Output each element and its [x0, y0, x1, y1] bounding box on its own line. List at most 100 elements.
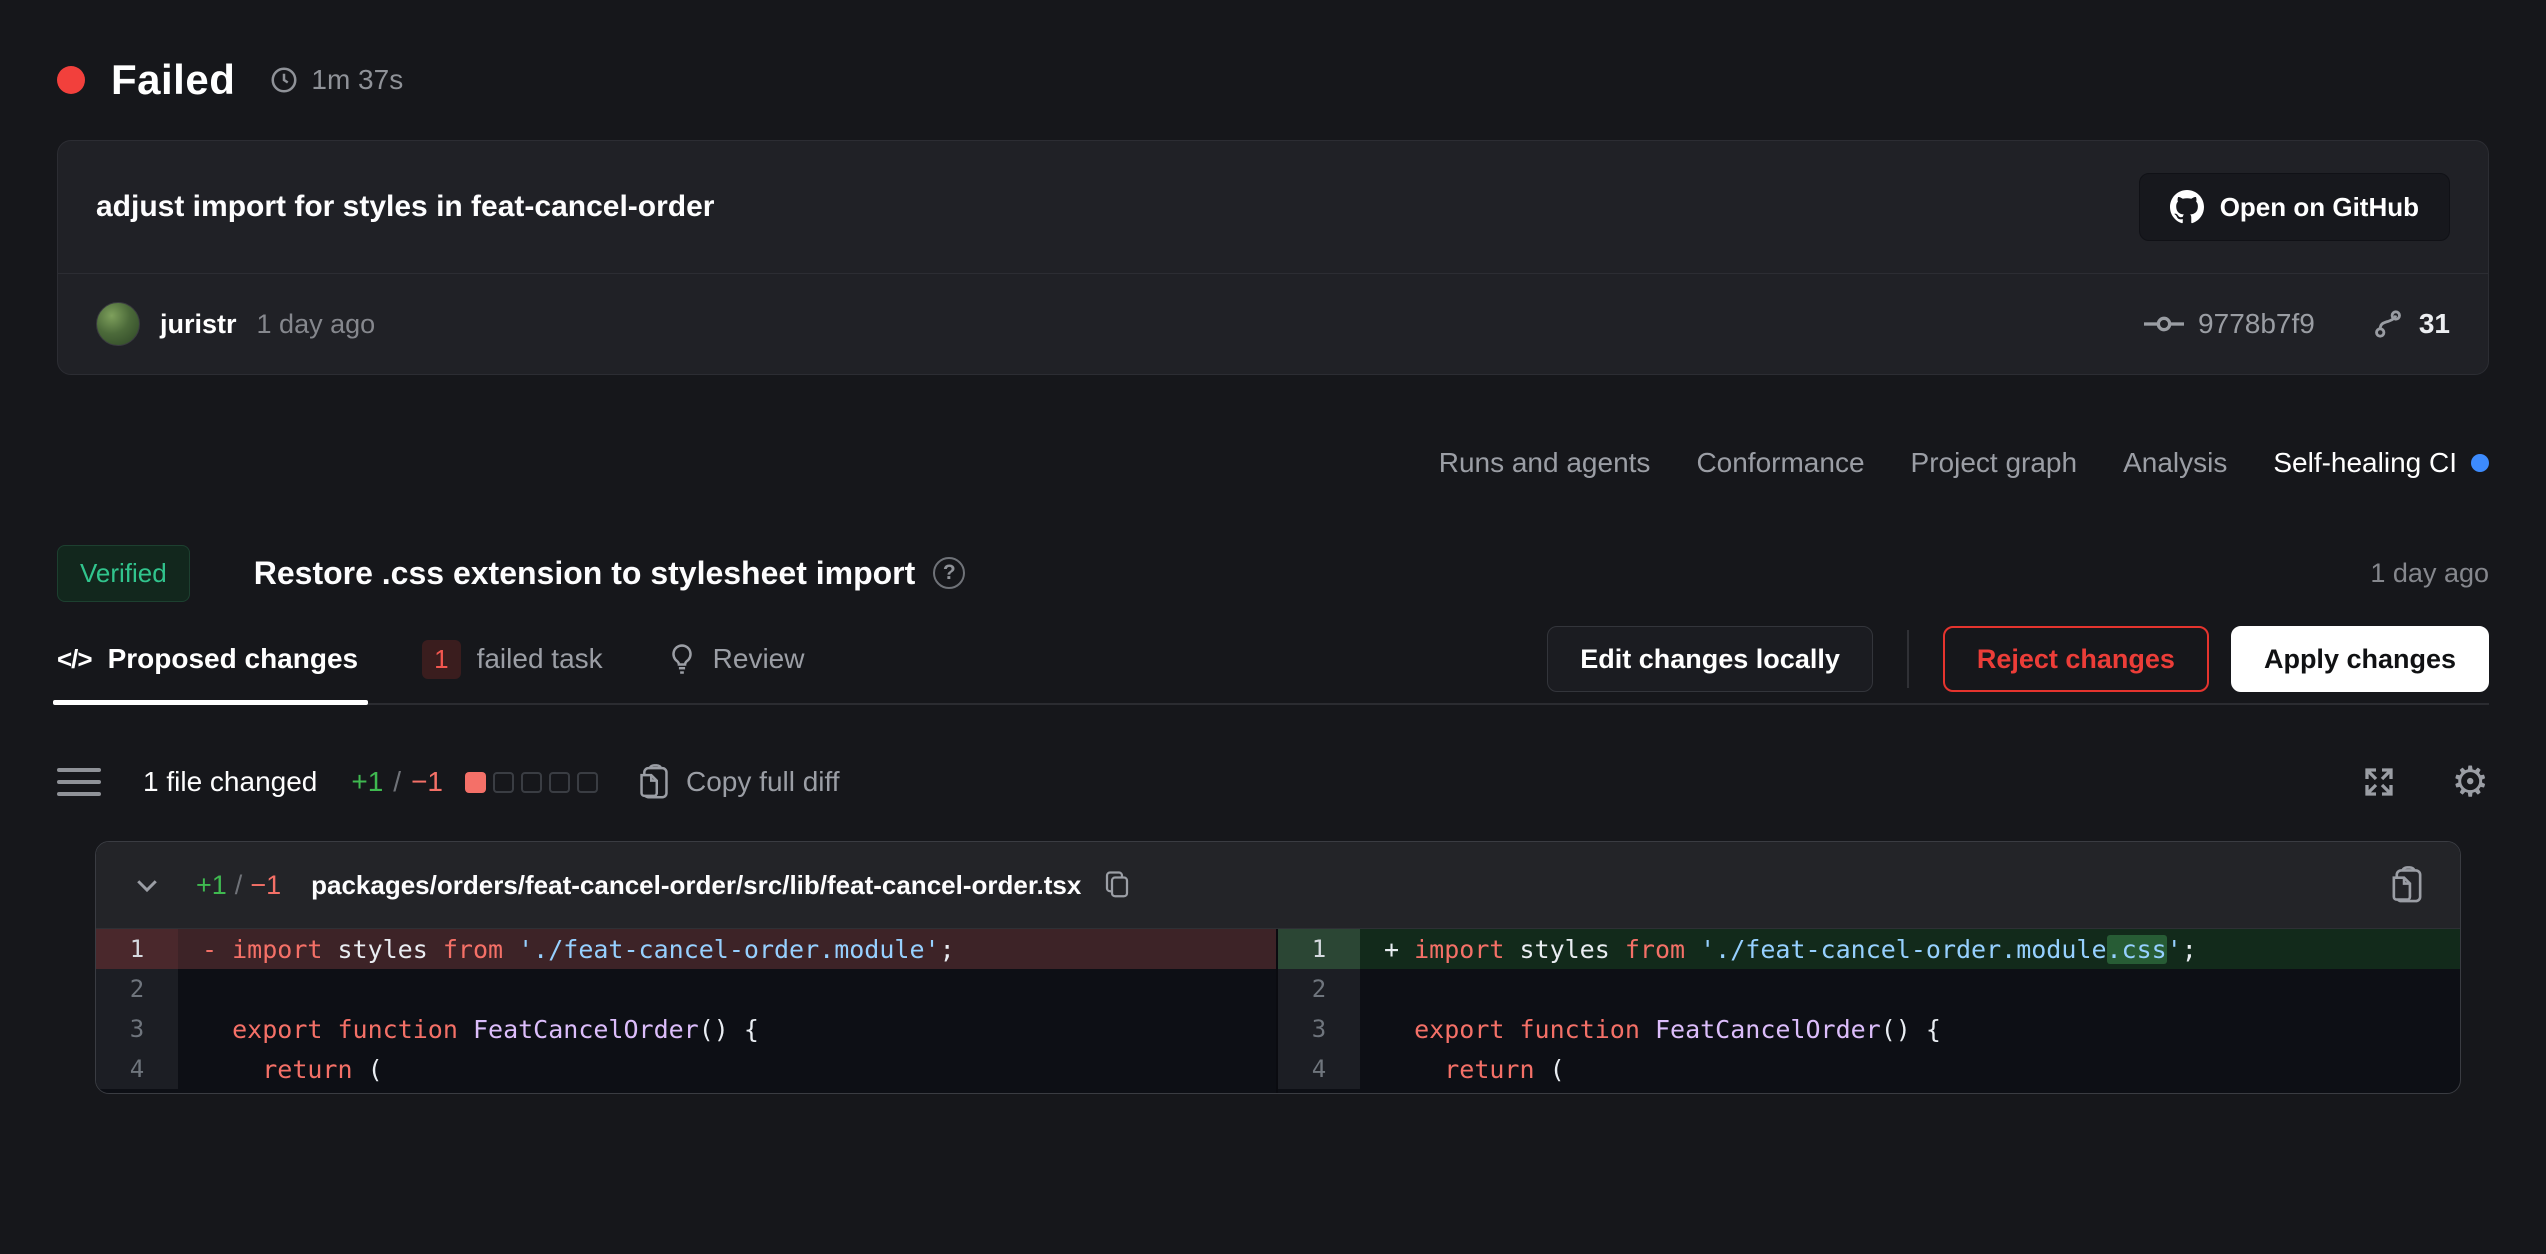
lightbulb-icon	[667, 643, 697, 675]
diff-line: 2	[96, 969, 1276, 1009]
failed-task-count-badge: 1	[422, 640, 460, 679]
fix-title: Restore .css extension to stylesheet imp…	[254, 555, 916, 592]
diff-toolbar: 1 file changed +1 / −1 Copy full diff ⚙	[57, 749, 2489, 815]
code-icon: </>	[57, 644, 92, 675]
fix-time: 1 day ago	[2370, 558, 2489, 589]
gear-icon[interactable]: ⚙	[2451, 764, 2489, 800]
open-on-github-button[interactable]: Open on GitHub	[2139, 173, 2450, 241]
code-text: export function FeatCancelOrder() {	[1360, 1009, 2460, 1049]
code-token: function	[337, 1015, 457, 1044]
tab-proposed-changes[interactable]: </> Proposed changes	[57, 615, 358, 703]
actions-divider	[1907, 630, 1909, 688]
open-on-github-label: Open on GitHub	[2220, 192, 2419, 223]
avatar[interactable]	[96, 302, 140, 346]
code-token	[202, 1015, 232, 1044]
branch-counter[interactable]: 31	[2371, 307, 2450, 341]
line-number: 2	[1278, 969, 1360, 1009]
nav-item-runs-and-agents[interactable]: Runs and agents	[1439, 447, 1651, 479]
diff-line: 4 return (	[96, 1049, 1276, 1089]
code-token: (	[353, 1055, 383, 1084]
code-token: .css	[2107, 935, 2167, 964]
line-number: 4	[96, 1049, 178, 1089]
code-token: styles	[1504, 935, 1624, 964]
commit-card: adjust import for styles in feat-cancel-…	[57, 140, 2489, 375]
file-list-menu-icon[interactable]	[57, 768, 101, 796]
commit-icon	[2144, 310, 2184, 338]
chevron-down-icon[interactable]	[132, 870, 162, 900]
code-text	[1360, 969, 2460, 1009]
diff-pane-after: 1+ import styles from './feat-cancel-ord…	[1278, 929, 2460, 1093]
clock-icon	[269, 65, 299, 95]
top-nav: Runs and agents Conformance Project graph A…	[57, 441, 2489, 485]
code-text: + import styles from './feat-cancel-orde…	[1360, 929, 2460, 969]
notification-dot-icon	[2471, 454, 2489, 472]
code-token	[503, 935, 518, 964]
copy-file-diff-icon[interactable]	[2390, 866, 2424, 904]
commit-author: juristr 1 day ago	[96, 302, 375, 346]
code-token	[1384, 1055, 1444, 1084]
diff-pane-before: 1- import styles from './feat-cancel-ord…	[96, 929, 1278, 1093]
diff-stat-block	[549, 772, 570, 793]
code-token: '	[2167, 935, 2182, 964]
apply-changes-button[interactable]: Apply changes	[2231, 626, 2489, 692]
diff-line: 1+ import styles from './feat-cancel-ord…	[1278, 929, 2460, 969]
code-token: ;	[940, 935, 955, 964]
code-token	[1640, 1015, 1655, 1044]
nav-item-project-graph[interactable]: Project graph	[1911, 447, 2078, 479]
help-icon[interactable]: ?	[933, 557, 965, 589]
tab-failed-task[interactable]: 1 failed task	[422, 615, 603, 703]
nav-item-label: Conformance	[1696, 447, 1864, 479]
reject-changes-button[interactable]: Reject changes	[1943, 626, 2209, 692]
expand-fullscreen-icon[interactable]	[2361, 764, 2397, 800]
code-token: import	[1414, 935, 1504, 964]
code-token: return	[262, 1055, 352, 1084]
code-token: () {	[1881, 1015, 1941, 1044]
nav-item-self-healing-ci[interactable]: Self-healing CI	[2273, 447, 2489, 479]
edit-changes-locally-button[interactable]: Edit changes locally	[1547, 626, 1873, 692]
diff-line: 2	[1278, 969, 2460, 1009]
additions-count: +1	[351, 766, 383, 798]
line-number: 1	[1278, 929, 1360, 969]
code-token: './feat-cancel-order.module	[1700, 935, 2106, 964]
fix-header: Verified Restore .css extension to style…	[57, 541, 2489, 605]
fix-tabs-row: </> Proposed changes 1 failed task Revie…	[57, 615, 2489, 705]
nav-item-label: Runs and agents	[1439, 447, 1651, 479]
code-token	[1384, 1015, 1414, 1044]
run-duration: 1m 37s	[269, 64, 403, 96]
code-token: export	[232, 1015, 322, 1044]
tab-failed-task-label: failed task	[477, 643, 603, 675]
code-token: './feat-cancel-order.module'	[518, 935, 939, 964]
code-token: FeatCancelOrder	[1655, 1015, 1881, 1044]
diff-line: 3 export function FeatCancelOrder() {	[96, 1009, 1276, 1049]
code-token: from	[443, 935, 503, 964]
verified-badge: Verified	[57, 545, 190, 602]
tab-review-label: Review	[713, 643, 805, 675]
diff-body: 1- import styles from './feat-cancel-ord…	[96, 929, 2460, 1093]
code-token: return	[1444, 1055, 1534, 1084]
nav-item-conformance[interactable]: Conformance	[1696, 447, 1864, 479]
commit-sha[interactable]: 9778b7f9	[2144, 308, 2315, 340]
tab-review[interactable]: Review	[667, 615, 805, 703]
code-text: return (	[1360, 1049, 2460, 1089]
code-token: FeatCancelOrder	[473, 1015, 699, 1044]
code-text: - import styles from './feat-cancel-orde…	[178, 929, 1276, 969]
diff-line: 1- import styles from './feat-cancel-ord…	[96, 929, 1276, 969]
line-number: 1	[96, 929, 178, 969]
code-token	[202, 1055, 262, 1084]
run-duration-text: 1m 37s	[311, 64, 403, 96]
code-token: () {	[699, 1015, 759, 1044]
commit-sha-text: 9778b7f9	[2198, 308, 2315, 340]
code-text	[178, 969, 1276, 1009]
copy-full-diff-label: Copy full diff	[686, 766, 840, 798]
diff-line: 3 export function FeatCancelOrder() {	[1278, 1009, 2460, 1049]
code-token: from	[1625, 935, 1685, 964]
nav-item-analysis[interactable]: Analysis	[2123, 447, 2227, 479]
copy-path-icon[interactable]	[1103, 870, 1131, 900]
code-token	[1504, 1015, 1519, 1044]
code-token: styles	[322, 935, 442, 964]
nav-item-label: Project graph	[1911, 447, 2078, 479]
code-token	[322, 1015, 337, 1044]
page: Failed 1m 37s adjust import for styles i…	[0, 0, 2546, 1254]
file-deletions: −1	[250, 870, 281, 901]
copy-full-diff-button[interactable]: Copy full diff	[638, 764, 840, 800]
